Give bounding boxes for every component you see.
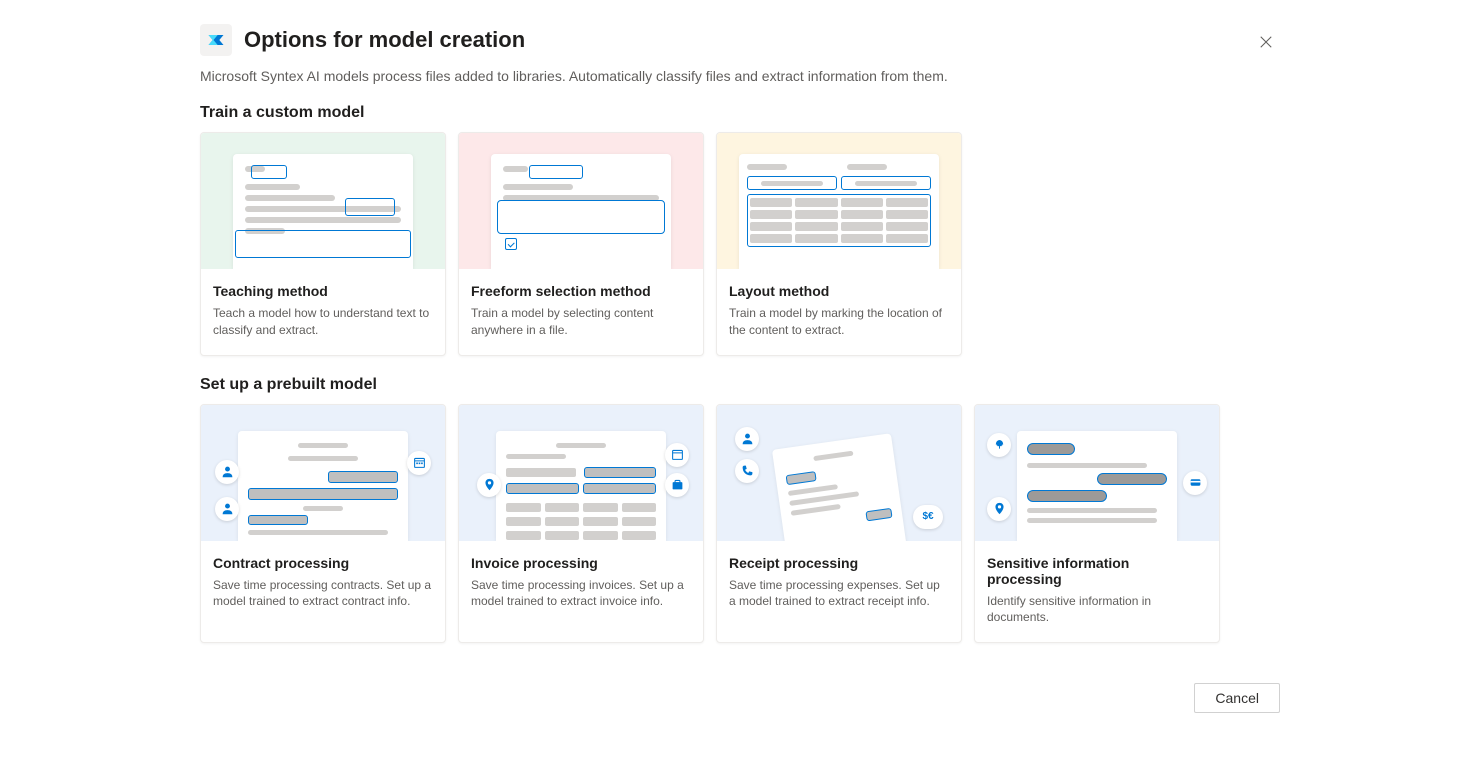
section-custom-title: Train a custom model (200, 104, 1280, 122)
card-title: Teaching method (213, 283, 433, 299)
card-desc: Teach a model how to understand text to … (213, 305, 433, 339)
dialog-subtitle: Microsoft Syntex AI models process files… (200, 68, 1280, 84)
prebuilt-model-row: Contract processing Save time processing… (200, 404, 1280, 644)
person-icon (735, 427, 759, 451)
credit-card-icon (1183, 471, 1207, 495)
card-contract-processing[interactable]: Contract processing Save time processing… (200, 404, 446, 644)
teaching-thumb (201, 133, 445, 269)
currency-icon: $€ (913, 505, 943, 529)
dialog-footer: Cancel (0, 663, 1480, 733)
model-creation-dialog: Options for model creation Microsoft Syn… (0, 0, 1480, 643)
close-icon (1259, 35, 1273, 49)
layout-thumb (717, 133, 961, 269)
card-desc: Save time processing invoices. Set up a … (471, 577, 691, 611)
location-icon (477, 473, 501, 497)
card-title: Invoice processing (471, 555, 691, 571)
card-title: Sensitive information processing (987, 555, 1207, 587)
card-desc: Save time processing expenses. Set up a … (729, 577, 949, 611)
card-title: Contract processing (213, 555, 433, 571)
briefcase-icon (665, 473, 689, 497)
card-title: Layout method (729, 283, 949, 299)
card-freeform-method[interactable]: Freeform selection method Train a model … (458, 132, 704, 356)
section-prebuilt-title: Set up a prebuilt model (200, 376, 1280, 394)
calendar-icon (665, 443, 689, 467)
close-button[interactable] (1252, 28, 1280, 56)
dialog-header: Options for model creation (200, 24, 1280, 56)
location-icon (987, 497, 1011, 521)
freeform-thumb (459, 133, 703, 269)
card-invoice-processing[interactable]: Invoice processing Save time processing … (458, 404, 704, 644)
custom-model-row: Teaching method Teach a model how to und… (200, 132, 1280, 356)
card-desc: Train a model by selecting content anywh… (471, 305, 691, 339)
card-receipt-processing[interactable]: $€ Receipt processing Save time processi… (716, 404, 962, 644)
card-title: Receipt processing (729, 555, 949, 571)
card-desc: Save time processing contracts. Set up a… (213, 577, 433, 611)
card-title: Freeform selection method (471, 283, 691, 299)
card-desc: Identify sensitive information in docume… (987, 593, 1207, 627)
card-sensitive-info-processing[interactable]: Sensitive information processing Identif… (974, 404, 1220, 644)
person-icon (215, 497, 239, 521)
syntex-icon (200, 24, 232, 56)
card-desc: Train a model by marking the location of… (729, 305, 949, 339)
sensitive-thumb (975, 405, 1219, 541)
person-icon (215, 460, 239, 484)
card-layout-method[interactable]: Layout method Train a model by marking t… (716, 132, 962, 356)
phone-icon (735, 459, 759, 483)
dialog-title: Options for model creation (244, 27, 525, 53)
invoice-thumb (459, 405, 703, 541)
fingerprint-icon (987, 433, 1011, 457)
card-teaching-method[interactable]: Teaching method Teach a model how to und… (200, 132, 446, 356)
contract-thumb (201, 405, 445, 541)
cancel-button[interactable]: Cancel (1194, 683, 1280, 713)
receipt-thumb: $€ (717, 405, 961, 541)
calendar-icon (407, 451, 431, 475)
